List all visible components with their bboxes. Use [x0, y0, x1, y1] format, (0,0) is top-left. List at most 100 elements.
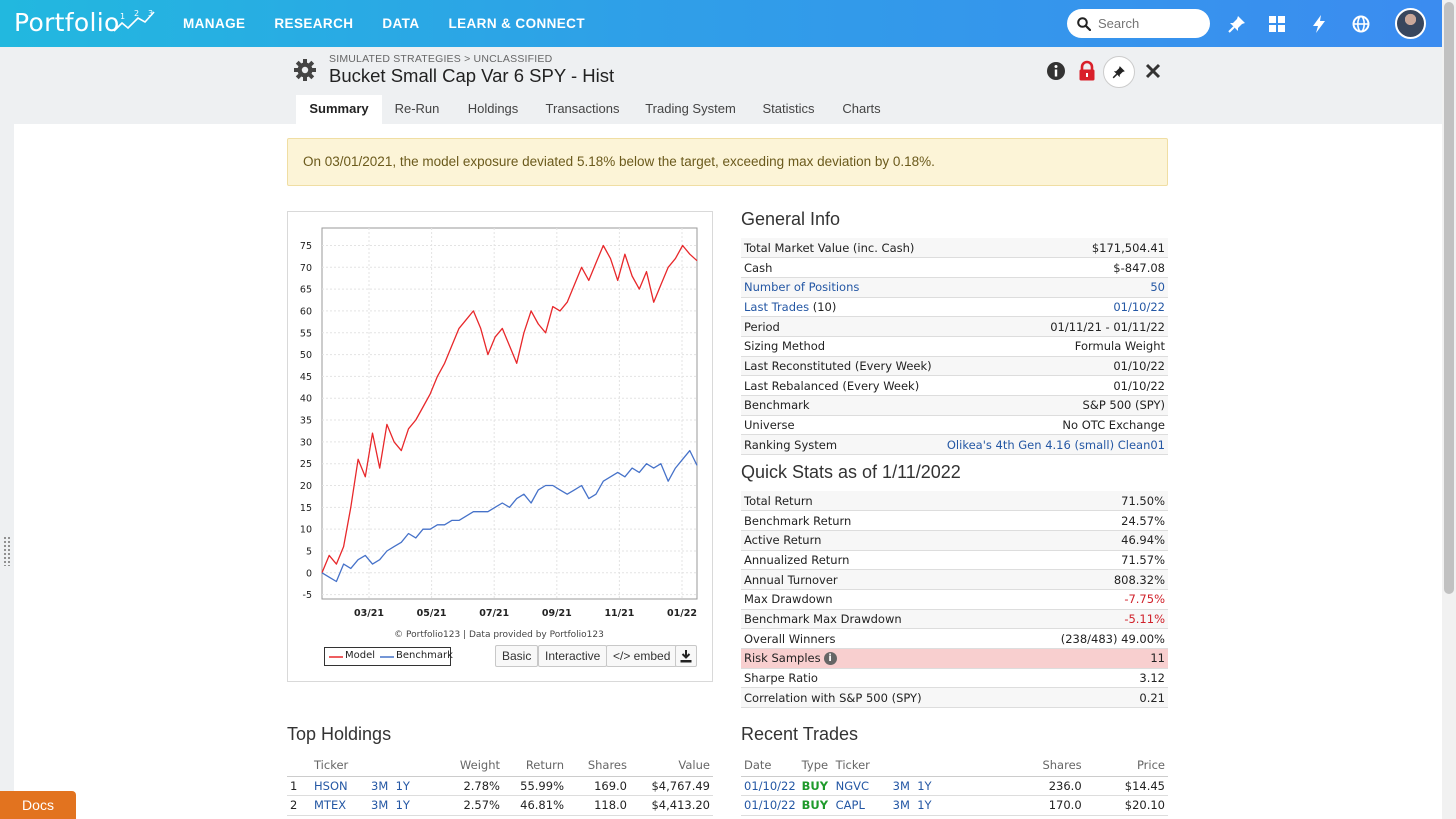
row-label: Benchmark Max Drawdown [741, 609, 1008, 630]
number-of-positions-link[interactable]: Number of Positions [741, 277, 939, 298]
docs-button[interactable]: Docs [0, 791, 76, 819]
tab-charts[interactable]: Charts [837, 95, 886, 124]
performance-chart[interactable]: -5 0 5 10 15 20 25 30 35 40 45 50 55 60 65 70 75 03/21 05/… [288, 212, 712, 642]
nav-data[interactable]: DATA [382, 0, 419, 47]
pin-icon[interactable] [1226, 13, 1248, 35]
tab-summary[interactable]: Summary [296, 95, 382, 124]
info-icon[interactable]: i [823, 652, 837, 666]
col-price[interactable]: Price [1084, 754, 1168, 777]
row-value: -5.11% [1007, 609, 1168, 630]
resize-grip[interactable] [3, 536, 11, 566]
row-value: 46.94% [1007, 530, 1168, 551]
chart-1y-link[interactable]: 1Y [917, 798, 931, 812]
tab-transactions[interactable]: Transactions [540, 95, 625, 124]
globe-icon[interactable] [1350, 13, 1372, 35]
table-row: Last Reconstituted (Every Week) 01/10/22 [741, 356, 1168, 377]
dashboard-grid-icon[interactable] [1266, 13, 1288, 35]
top-navbar: Portfolio 1 2 3 MANAGE RESEARCH DATA LEA… [0, 0, 1442, 47]
tab-holdings[interactable]: Holdings [462, 95, 524, 124]
close-icon[interactable] [1142, 60, 1164, 82]
trade-date-link[interactable]: 01/10/22 [741, 795, 799, 816]
ticker-link[interactable]: HSON [311, 776, 368, 796]
table-row: Benchmark Max Drawdown -5.11% [741, 609, 1168, 630]
search-input[interactable] [1096, 15, 1201, 32]
last-trades-link[interactable]: Last Trades [744, 300, 809, 314]
col-ticker[interactable]: Ticker [311, 754, 368, 777]
ticker-link[interactable]: CAPL [832, 795, 890, 816]
col-shares[interactable]: Shares [567, 754, 630, 777]
row-label: Sizing Method [741, 336, 939, 357]
col-ticker[interactable]: Ticker [832, 754, 890, 777]
search-icon [1077, 16, 1091, 31]
bolt-icon[interactable] [1308, 13, 1330, 35]
page-title: Bucket Small Cap Var 6 SPY - Hist [329, 65, 615, 86]
table-row: Total Market Value (inc. Cash) $171,504.4… [741, 238, 1168, 259]
chart-1y-link[interactable]: 1Y [396, 779, 410, 793]
table-row: Sizing Method Formula Weight [741, 336, 1168, 357]
y-tick-label: 10 [300, 525, 312, 536]
row-value: 808.32% [1007, 569, 1168, 590]
info-icon[interactable] [1045, 60, 1067, 82]
user-avatar[interactable] [1395, 8, 1426, 39]
chart-1y-link[interactable]: 1Y [396, 798, 410, 812]
chart-basic-button[interactable]: Basic [495, 645, 539, 667]
y-tick-label: 45 [300, 372, 312, 383]
col-type[interactable]: Type [798, 754, 833, 777]
last-trades-date-link[interactable]: 01/10/22 [938, 297, 1168, 318]
table-row: 01/10/22 BUY NGVC 3M 1Y 236.0 $14.45 [741, 776, 1168, 796]
ticker-link[interactable]: NGVC [832, 776, 890, 796]
general-info-title: General Info [741, 209, 841, 229]
nav-manage[interactable]: MANAGE [183, 0, 245, 47]
col-weight[interactable]: Weight [443, 754, 503, 777]
portfolio123-logo[interactable]: Portfolio [14, 8, 120, 37]
table-row: Active Return 46.94% [741, 530, 1168, 551]
table-row: Max Drawdown -7.75% [741, 589, 1168, 610]
row-label: Last Rebalanced (Every Week) [741, 375, 939, 396]
market-value: $4,413.20 [630, 795, 713, 816]
trade-date-link[interactable]: 01/10/22 [741, 776, 799, 796]
x-tick-label: 09/21 [542, 608, 572, 619]
chart-3m-link[interactable]: 3M [893, 798, 910, 812]
chart-3m-link[interactable]: 3M [371, 798, 388, 812]
tab-trading-system[interactable]: Trading System [640, 95, 741, 124]
pin-button[interactable] [1103, 56, 1135, 88]
ticker-link[interactable]: MTEX [311, 795, 368, 816]
positions-count-link[interactable]: 50 [938, 277, 1168, 298]
row-value: 24.57% [1007, 510, 1168, 531]
y-tick-label: 35 [300, 416, 312, 427]
table-row: Total Return 71.50% [741, 491, 1168, 512]
general-info-table: Total Market Value (inc. Cash) $171,504.4… [741, 238, 1168, 456]
row-value: 71.50% [1007, 491, 1168, 512]
nav-learn-connect[interactable]: LEARN & CONNECT [448, 0, 585, 47]
chart-download-button[interactable] [675, 645, 697, 667]
last-trades-count: (10) [812, 299, 837, 314]
row-label: Total Return [741, 491, 1008, 512]
search-box[interactable] [1067, 9, 1210, 38]
row-value: (238/483) 49.00% [1007, 628, 1168, 649]
weight-value: 2.57% [443, 795, 503, 816]
lock-icon[interactable] [1076, 60, 1098, 82]
trade-type: BUY [798, 795, 833, 816]
chart-embed-button[interactable]: </> embed [606, 645, 678, 667]
col-return[interactable]: Return [503, 754, 567, 777]
scrollbar-thumb[interactable] [1444, 2, 1454, 594]
table-header-row: Ticker Weight Return Shares Value [287, 754, 713, 777]
chart-1y-link[interactable]: 1Y [917, 779, 931, 793]
chart-interactive-button[interactable]: Interactive [538, 645, 608, 667]
table-row: Overall Winners (238/483) 49.00% [741, 628, 1168, 649]
nav-research[interactable]: RESEARCH [274, 0, 353, 47]
col-value[interactable]: Value [630, 754, 713, 777]
tab-statistics[interactable]: Statistics [757, 95, 820, 124]
col-date[interactable]: Date [741, 754, 799, 777]
row-value: $-847.08 [938, 257, 1168, 278]
y-tick-label: 20 [300, 481, 312, 492]
chart-3m-link[interactable]: 3M [371, 779, 388, 793]
col-shares[interactable]: Shares [979, 754, 1085, 777]
y-tick-label: 65 [300, 285, 312, 296]
tab-re-run[interactable]: Re-Run [386, 95, 448, 124]
breadcrumb[interactable]: SIMULATED STRATEGIES > UNCLASSIFIED [329, 53, 552, 65]
row-value: Formula Weight [938, 336, 1168, 357]
chart-3m-link[interactable]: 3M [893, 779, 910, 793]
gear-icon[interactable] [293, 58, 317, 82]
ranking-system-link[interactable]: Olikea's 4th Gen 4.16 (small) Clean01 [938, 434, 1168, 456]
